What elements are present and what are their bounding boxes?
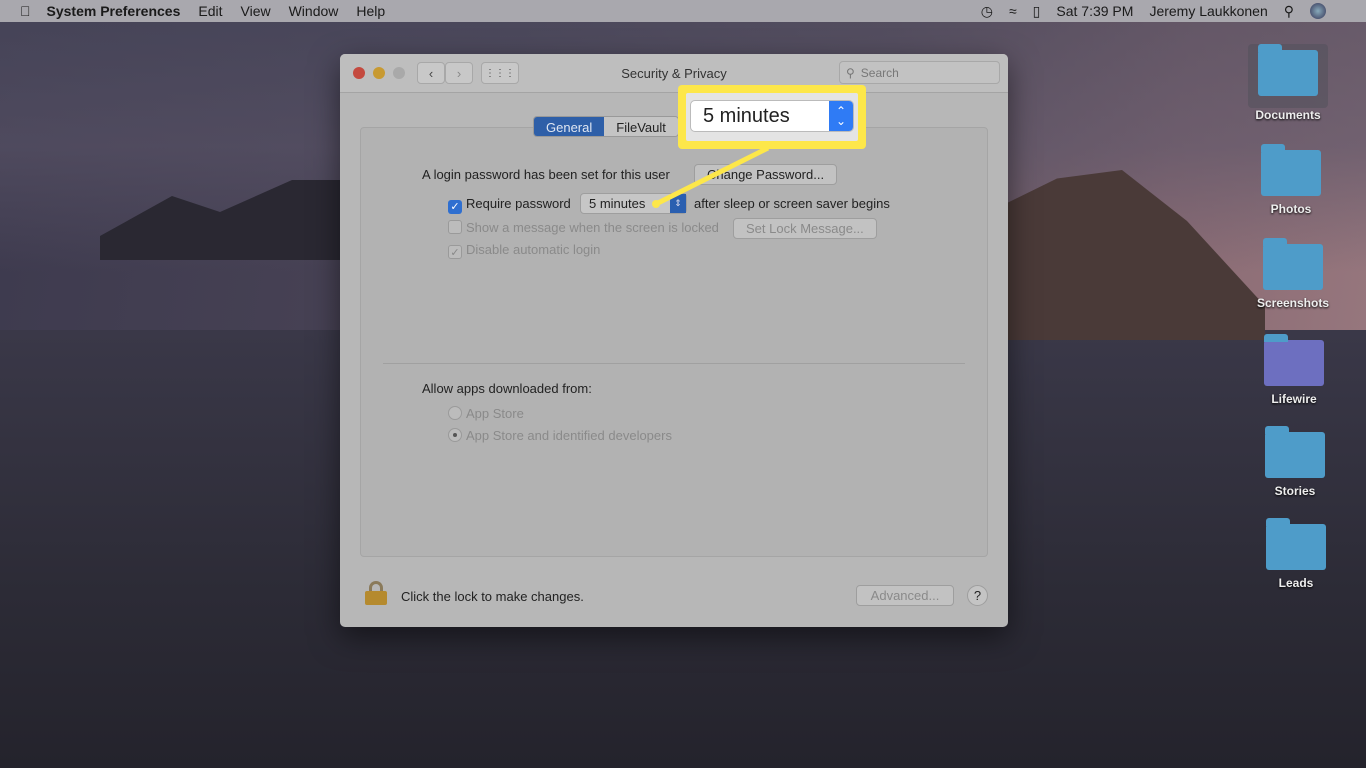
folder-label: Photos: [1270, 202, 1312, 216]
folder-icon: [1265, 426, 1325, 478]
desktop-folder-lifewire[interactable]: Lifewire: [1254, 334, 1334, 406]
folder-icon: [1266, 518, 1326, 570]
folder-label: Leads: [1278, 576, 1314, 590]
desktop-folder-stories[interactable]: Stories: [1255, 426, 1335, 498]
desktop-folder-screenshots[interactable]: Screenshots: [1253, 238, 1333, 310]
folder-icon: [1258, 44, 1318, 96]
desktop-folder-leads[interactable]: Leads: [1256, 518, 1336, 590]
folder-icon: [1264, 334, 1324, 386]
desktop-folder-documents[interactable]: Documents: [1248, 44, 1328, 122]
callout-value: 5 minutes: [703, 104, 790, 127]
folder-label: Stories: [1274, 484, 1316, 498]
folder-label: Lifewire: [1271, 392, 1317, 406]
stepper-arrows-icon: ⌃ ⌄: [829, 101, 853, 131]
callout-select: 5 minutes ⌃ ⌄: [690, 100, 854, 132]
folder-label: Documents: [1255, 108, 1321, 122]
desktop-folder-photos[interactable]: Photos: [1251, 144, 1331, 216]
folder-icon: [1263, 238, 1323, 290]
folder-label: Screenshots: [1256, 296, 1330, 310]
callout-magnified: 5 minutes ⌃ ⌄: [678, 85, 866, 149]
folder-icon: [1261, 144, 1321, 196]
